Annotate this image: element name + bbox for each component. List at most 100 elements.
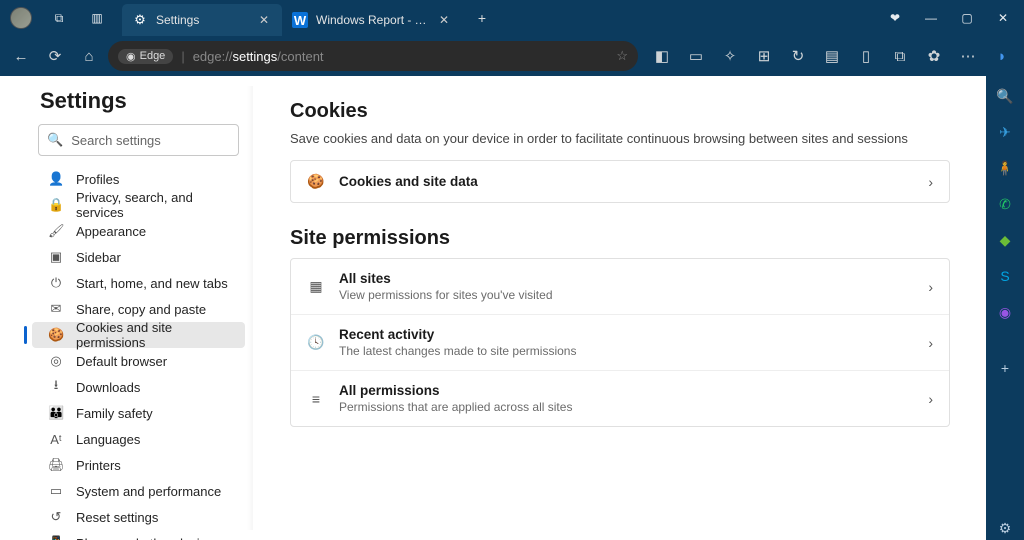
settings-row-all-sites[interactable]: ▦ All sites View permissions for sites yo… (291, 259, 949, 314)
minimize-button[interactable]: — (914, 1, 948, 35)
search-settings-input[interactable]: 🔍 Search settings (38, 124, 239, 156)
site-permissions-card: ▦ All sites View permissions for sites yo… (290, 258, 950, 427)
profile-avatar[interactable] (4, 1, 38, 35)
rewards-icon[interactable]: ❤ (878, 1, 912, 35)
add-sidebar-app-button[interactable]: + (993, 356, 1017, 380)
app-icon[interactable]: ▤ (816, 40, 848, 72)
url-input[interactable]: ◉Edge | edge://settings/content ☆ (108, 41, 638, 71)
row-subtitle: The latest changes made to site permissi… (339, 344, 914, 358)
main-area: Settings 🔍 Search settings 👤Profiles 🔒 Pri… (0, 76, 1024, 540)
gear-icon: ⚙ (132, 12, 148, 28)
nav-item-icon: 🖌 (48, 223, 64, 239)
collections-icon[interactable]: ⊞ (748, 40, 780, 72)
app2-icon[interactable]: ◆ (993, 228, 1017, 252)
nav-item-appearance[interactable]: 🖌Appearance (32, 218, 245, 244)
section-subtitle-cookies: Save cookies and data on your device in … (290, 131, 950, 146)
split-screen-icon[interactable]: ◧ (646, 40, 678, 72)
nav-item-start-home-and-new-tabs[interactable]: ⏻Start, home, and new tabs (32, 270, 245, 296)
settings-row-cookies-and-site-data[interactable]: 🍪 Cookies and site data › (291, 161, 949, 202)
nav-item-profiles[interactable]: 👤Profiles (32, 166, 245, 192)
nav-item-icon: Aᵗ (48, 432, 64, 447)
home-button[interactable]: ⌂ (74, 40, 104, 72)
address-bar: ← ⟳ ⌂ ◉Edge | edge://settings/content ☆ … (0, 36, 1024, 76)
nav-item-family-safety[interactable]: 👪Family safety (32, 400, 245, 426)
close-window-button[interactable]: ✕ (986, 1, 1020, 35)
nav-item-languages[interactable]: Aᵗ Languages (32, 426, 245, 452)
chevron-right-icon: › (928, 391, 933, 407)
close-icon[interactable]: ✕ (436, 13, 452, 27)
nav-item-icon: 👪 (48, 405, 64, 421)
settings-row-all-permissions[interactable]: ≡ All permissionsPermissions that are ap… (291, 370, 949, 426)
new-tab-button[interactable]: + (466, 10, 498, 26)
row-title: Recent activity (339, 327, 914, 342)
chevron-right-icon: › (928, 335, 933, 351)
copilot-icon[interactable]: ◗ (986, 40, 1018, 72)
nav-item-cookies-and-site-permissions[interactable]: 🍪Cookies and site permissions (32, 322, 245, 348)
nav-item-phone-and-other-devices[interactable]: 📱Phone and other devices (32, 530, 245, 540)
search-sidebar-icon[interactable]: 🔍 (993, 84, 1017, 108)
more-menu-button[interactable]: ⋯ (952, 40, 984, 72)
url-path: /content (277, 49, 323, 64)
app1-icon[interactable]: 🧍 (993, 156, 1017, 180)
titlebar-left: ⧉ ▥ (4, 1, 114, 35)
settings-heading: Settings (24, 88, 253, 114)
sidebar-settings-icon[interactable]: ⚙ (993, 516, 1017, 540)
nav-item-icon: 🔒 (48, 197, 64, 213)
telegram-icon[interactable]: ✈ (993, 120, 1017, 144)
nav-item-sidebar[interactable]: ▣Sidebar (32, 244, 245, 270)
row-title: All sites (339, 271, 914, 286)
nav-item-system-and-performance[interactable]: ▭System and performance (32, 478, 245, 504)
favorites-icon[interactable]: ✧ (714, 40, 746, 72)
separator: | (181, 49, 184, 64)
tab-windows-report[interactable]: W Windows Report - Your go-to sou… ✕ (282, 4, 462, 36)
nav-item-icon: ▭ (48, 483, 64, 499)
nav-item-default-browser[interactable]: ◎Default browser (32, 348, 245, 374)
nav-item-share-copy-and-paste[interactable]: ✉Share, copy and paste (32, 296, 245, 322)
row-title: All permissions (339, 383, 914, 398)
downloads-icon[interactable]: ▯ (850, 40, 882, 72)
workspaces-icon[interactable]: ⧉ (42, 1, 76, 35)
edge-badge: ◉Edge (118, 49, 173, 64)
favorite-star-icon[interactable]: ☆ (616, 48, 628, 64)
nav-item-downloads[interactable]: ⭳Downloads (32, 374, 245, 400)
nav-item-reset-settings[interactable]: ↺Reset settings (32, 504, 245, 530)
chevron-right-icon: › (928, 174, 933, 190)
nav-item-label: Languages (76, 432, 140, 447)
settings-row-recent-activity[interactable]: 🕓 Recent activity The latest changes made… (291, 314, 949, 370)
search-placeholder: Search settings (71, 133, 161, 148)
close-icon[interactable]: ✕ (256, 13, 272, 27)
edge-logo-icon: ◉ (126, 50, 136, 63)
maximize-button[interactable]: ▢ (950, 1, 984, 35)
nav-item-printers[interactable]: 🖨 Printers (32, 452, 245, 478)
row-icon: ▦ (307, 278, 325, 295)
nav-item-icon: 🖨 (48, 457, 64, 473)
row-subtitle: Permissions that are applied across all … (339, 400, 914, 414)
tab-label: Settings (156, 13, 248, 27)
nav-item-label: Sidebar (76, 250, 121, 265)
tab-settings[interactable]: ⚙ Settings ✕ (122, 4, 282, 36)
refresh-button[interactable]: ⟳ (40, 40, 70, 72)
extensions-icon[interactable]: ✿ (918, 40, 950, 72)
nav-item-label: Phone and other devices (76, 536, 220, 540)
history-icon[interactable]: ↻ (782, 40, 814, 72)
nav-item-privacy-search-and-services[interactable]: 🔒 Privacy, search, and services (32, 192, 245, 218)
read-aloud-icon[interactable]: ▭ (680, 40, 712, 72)
url-scheme: edge:// (193, 49, 233, 64)
whatsapp-icon[interactable]: ✆ (993, 192, 1017, 216)
nav-item-icon: ⏻ (48, 275, 64, 291)
nav-item-label: Privacy, search, and services (76, 190, 235, 220)
screenshot-icon[interactable]: ⧉ (884, 40, 916, 72)
back-button[interactable]: ← (6, 40, 36, 72)
nav-item-label: Printers (76, 458, 121, 473)
skype-icon[interactable]: S (993, 264, 1017, 288)
nav-item-icon: ◎ (48, 353, 64, 369)
nav-item-label: Profiles (76, 172, 119, 187)
url-host: settings (232, 49, 277, 64)
nav-item-label: Downloads (76, 380, 140, 395)
tab-actions-icon[interactable]: ▥ (80, 1, 114, 35)
window-titlebar: ⧉ ▥ ⚙ Settings ✕ W Windows Report - Your… (0, 0, 1024, 36)
row-subtitle: View permissions for sites you've visite… (339, 288, 914, 302)
row-icon: 🕓 (307, 334, 325, 351)
nav-item-label: Reset settings (76, 510, 158, 525)
messenger-icon[interactable]: ◉ (993, 300, 1017, 324)
